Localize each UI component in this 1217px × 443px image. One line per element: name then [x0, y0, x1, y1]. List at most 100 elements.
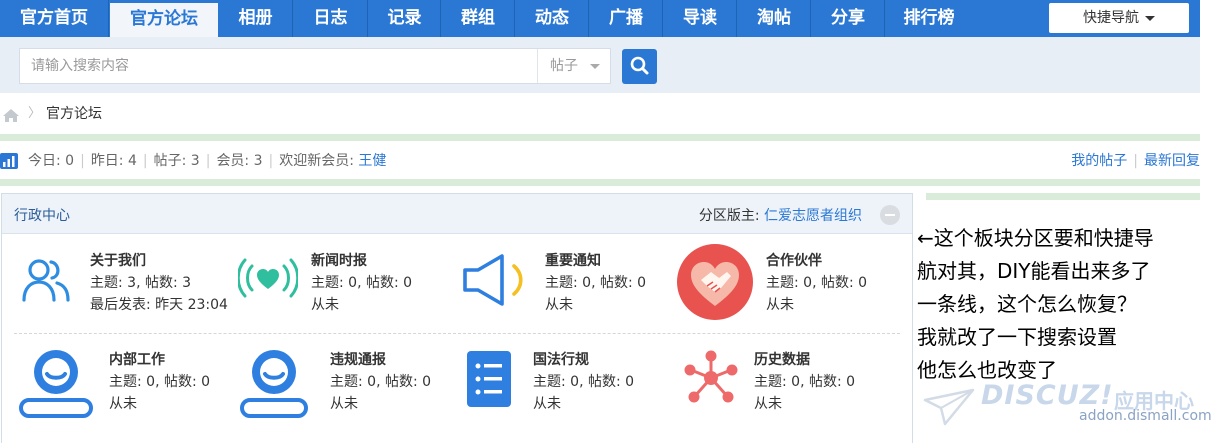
category-title[interactable]: 行政中心: [14, 205, 70, 225]
annotation-note: ←这个板块分区要和快捷导 航对其，DIY能看出来多了 一条线，这个怎么恢复？ 我…: [917, 222, 1217, 387]
search-type-select[interactable]: 帖子: [537, 49, 611, 83]
breadcrumb-separator: 〉: [28, 106, 42, 121]
network-nodes-icon[interactable]: [683, 350, 739, 406]
divider-line: [0, 134, 1200, 141]
forum-stats: 主题: 0, 帖数: 0: [754, 374, 856, 390]
members-label: 会员:: [216, 153, 250, 169]
my-posts-link[interactable]: 我的帖子: [1071, 153, 1127, 169]
yesterday-value: 4: [127, 153, 137, 169]
nav-item-forum[interactable]: 官方论坛: [110, 3, 218, 37]
caret-down-icon: [1145, 15, 1155, 21]
moderator-link[interactable]: 仁爱志愿者组织: [764, 208, 862, 224]
forum-item: 重要通知 主题: 0, 帖数: 0 从未: [460, 246, 680, 336]
forum-item: 内部工作 主题: 0, 帖数: 0 从未: [17, 346, 237, 436]
forum-stats: 主题: 0, 帖数: 0: [533, 374, 635, 390]
broadcast-heart-icon[interactable]: [238, 254, 298, 304]
forum-stats: 主题: 0, 帖数: 0: [330, 374, 432, 390]
forum-item: 关于我们 主题: 3, 帖数: 3 最后发表: 昨天 23:04: [17, 246, 237, 336]
forum-last-post[interactable]: 从未: [533, 393, 561, 413]
stats-links: 我的帖子 | 最新回复: [1071, 153, 1200, 169]
nav-item-share[interactable]: 分享: [812, 0, 885, 37]
search-box: 帖子: [19, 48, 611, 84]
nav-item-collection[interactable]: 淘帖: [738, 0, 811, 37]
forum-category: 行政中心 分区版主: 仁爱志愿者组织 关于我们 主题: 3, 帖数: 3 最后发…: [1, 193, 913, 443]
forum-row-divider: [14, 333, 900, 334]
forum-last-post[interactable]: 从未: [766, 294, 794, 314]
posts-label: 帖子:: [153, 153, 187, 169]
forum-last-post[interactable]: 最后发表: 昨天 23:04: [90, 294, 228, 314]
home-icon[interactable]: [2, 107, 20, 131]
extra-diy-line: [926, 193, 1200, 200]
forum-item: 国法行规 主题: 0, 帖数: 0 从未: [460, 346, 680, 436]
nav-item-feed[interactable]: 动态: [516, 0, 589, 37]
quick-nav-label: 快捷导航: [1083, 10, 1139, 26]
search-bar: 帖子: [0, 37, 1200, 93]
watermark-logo: DISCUZ!: [981, 380, 1114, 411]
search-type-label: 帖子: [550, 58, 578, 74]
forum-name[interactable]: 新闻时报: [311, 250, 367, 270]
forum-last-post[interactable]: 从未: [330, 393, 358, 413]
nav-item-blog[interactable]: 日志: [294, 0, 368, 37]
posts-value: 3: [190, 153, 200, 169]
forum-stats: 主题: 3, 帖数: 3: [90, 275, 192, 291]
forum-name[interactable]: 违规通报: [330, 349, 386, 369]
latest-reply-link[interactable]: 最新回复: [1144, 153, 1200, 169]
webcam-icon[interactable]: [238, 346, 310, 420]
webcam-icon[interactable]: [17, 346, 95, 420]
forum-last-post[interactable]: 从未: [545, 294, 573, 314]
forum-name[interactable]: 国法行规: [533, 349, 589, 369]
paper-plane-icon: [923, 388, 975, 426]
note-line: ←这个板块分区要和快捷导: [917, 226, 1154, 250]
forum-stats: 主题: 0, 帖数: 0: [545, 275, 647, 291]
nav-item-home[interactable]: 官方首页: [0, 0, 109, 37]
nav-item-ranking[interactable]: 排行榜: [886, 0, 972, 37]
search-input[interactable]: [20, 49, 537, 83]
search-icon: [630, 56, 649, 75]
note-line: 一条线，这个怎么恢复？: [917, 292, 1137, 316]
bar-chart-icon: [0, 153, 18, 177]
watermark: DISCUZ! 应用中心 addon.dismall.com: [923, 380, 1217, 440]
caret-down-icon: [590, 64, 600, 69]
nav-item-group[interactable]: 群组: [442, 0, 515, 37]
forum-name[interactable]: 合作伙伴: [766, 250, 822, 270]
category-moderators: 分区版主: 仁爱志愿者组织: [699, 205, 862, 225]
category-header: 行政中心 分区版主: 仁爱志愿者组织: [2, 194, 912, 234]
nav-item-record[interactable]: 记录: [369, 0, 441, 37]
note-line: 航对其，DIY能看出来多了: [917, 259, 1151, 283]
forum-item: 合作伙伴 主题: 0, 帖数: 0 从未: [677, 244, 897, 334]
today-value: 0: [65, 153, 75, 169]
forum-stats: 主题: 0, 帖数: 0: [311, 275, 413, 291]
forum-name[interactable]: 重要通知: [545, 250, 601, 270]
welcome-label: 欢迎新会员:: [279, 153, 354, 169]
note-line: 我就改了一下搜索设置: [917, 325, 1117, 349]
nav-item-album[interactable]: 相册: [219, 0, 293, 37]
forum-item: 新闻时报 主题: 0, 帖数: 0 从未: [238, 246, 458, 336]
users-icon[interactable]: [21, 256, 73, 304]
main-nav-bar: 官方首页 官方论坛 相册 日志 记录 群组 动态 广播 导读 淘帖 分享 排行榜…: [0, 0, 1200, 37]
quick-nav-button[interactable]: 快捷导航: [1049, 3, 1189, 33]
forum-last-post[interactable]: 从未: [311, 294, 339, 314]
new-member-link[interactable]: 王健: [358, 153, 386, 169]
nav-item-guide[interactable]: 导读: [664, 0, 737, 37]
today-label: 今日:: [28, 153, 61, 169]
speaker-icon[interactable]: [460, 252, 532, 308]
forum-name[interactable]: 关于我们: [90, 250, 146, 270]
list-document-icon[interactable]: [466, 351, 512, 407]
forum-last-post[interactable]: 从未: [109, 393, 137, 413]
nav-item-broadcast[interactable]: 广播: [590, 0, 663, 37]
handshake-heart-icon[interactable]: [677, 244, 753, 320]
forum-name[interactable]: 历史数据: [754, 349, 810, 369]
breadcrumb-current[interactable]: 官方论坛: [46, 102, 102, 126]
collapse-icon[interactable]: [880, 205, 900, 225]
search-button[interactable]: [622, 49, 657, 84]
yesterday-label: 昨日:: [90, 153, 124, 169]
divider-line: [0, 179, 1200, 186]
stats-summary: 今日: 0 | 昨日: 4 | 帖子: 3 | 会员: 3 | 欢迎新会员: 王健: [28, 153, 387, 169]
forum-item: 违规通报 主题: 0, 帖数: 0 从未: [238, 346, 458, 436]
forum-stats: 主题: 0, 帖数: 0: [109, 374, 211, 390]
forum-last-post[interactable]: 从未: [754, 393, 782, 413]
moderator-label: 分区版主:: [698, 208, 760, 224]
forum-stats: 主题: 0, 帖数: 0: [766, 275, 868, 291]
watermark-url: addon.dismall.com: [1079, 408, 1212, 424]
forum-name[interactable]: 内部工作: [109, 349, 165, 369]
